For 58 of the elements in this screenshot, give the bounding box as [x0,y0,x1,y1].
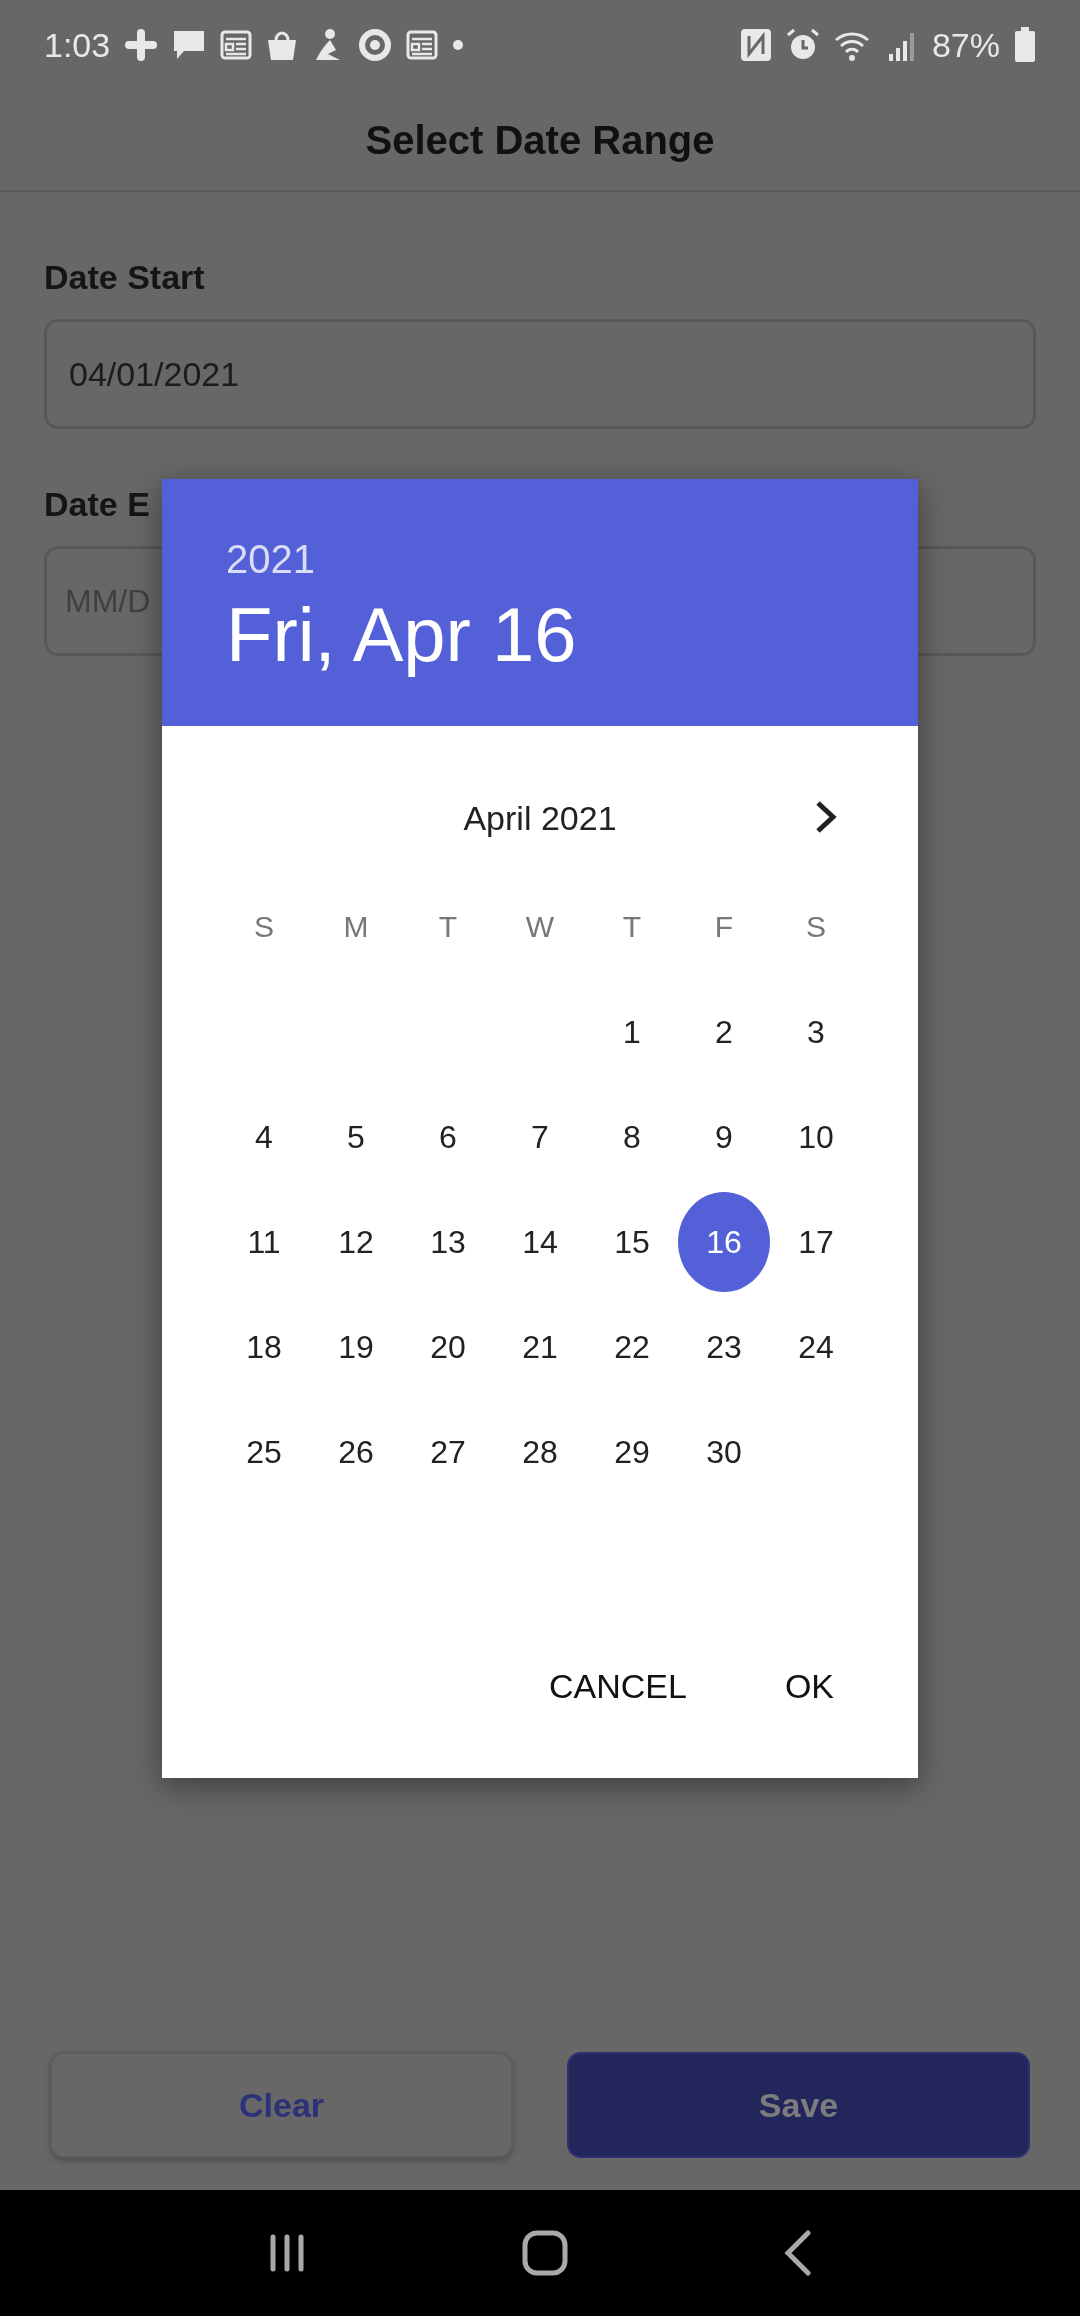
calendar-day[interactable]: 30 [678,1401,770,1502]
calendar-day[interactable]: 15 [586,1191,678,1292]
ok-button[interactable]: OK [760,1641,858,1732]
selected-date-text: Fri, Apr 16 [226,591,578,679]
calendar-day[interactable]: 14 [494,1191,586,1292]
calendar-day[interactable]: 6 [402,1086,494,1187]
weekday-label: S [254,909,274,945]
target-icon [358,28,393,62]
screen-title: Select Date Range [365,117,715,164]
selected-day[interactable]: 16 [678,1191,770,1292]
calendar-day[interactable]: 7 [494,1086,586,1187]
calendar-day[interactable]: 12 [310,1191,402,1292]
calendar-day[interactable]: 2 [678,981,770,1082]
calendar-day[interactable]: 8 [586,1086,678,1187]
calendar-day[interactable]: 19 [310,1296,402,1397]
calendar-day[interactable]: 5 [310,1086,402,1187]
weekday-label: F [714,909,734,945]
cancel-button[interactable]: CANCEL [524,1641,711,1732]
battery-icon [1014,27,1036,63]
field-label: Date Start [44,257,206,298]
calendar-day[interactable]: 28 [494,1401,586,1502]
calendar-day[interactable]: 10 [770,1086,862,1187]
calendar-day[interactable]: 23 [678,1296,770,1397]
weekday-label: M [343,909,369,945]
calendar-day[interactable]: 18 [218,1296,310,1397]
slack-icon [124,28,159,62]
back-icon [782,2230,813,2276]
news-icon [406,29,439,61]
battery-percent: 87% [931,24,1000,66]
calendar-day[interactable]: 22 [586,1296,678,1397]
calendar-day[interactable]: 21 [494,1296,586,1397]
status-time: 1:03 [44,24,111,66]
nfc-icon [739,28,772,62]
calendar-day[interactable]: 9 [678,1086,770,1187]
calendar-day[interactable]: 4 [218,1086,310,1187]
calendar-day[interactable]: 13 [402,1191,494,1292]
calendar-day[interactable]: 1 [586,981,678,1082]
calendar-day[interactable]: 11 [218,1191,310,1292]
news-icon [220,29,253,61]
calendar-day[interactable]: 17 [770,1191,862,1292]
weekday-label: W [525,909,555,945]
calendar-day[interactable]: 3 [770,981,862,1082]
field-label: Date E [44,484,151,525]
month-title: April 2021 [463,797,617,839]
year-text[interactable]: 2021 [226,529,854,589]
chevron-right-icon[interactable] [814,800,838,834]
dot-icon [452,39,465,51]
calendar-day[interactable]: 24 [770,1296,862,1397]
weekday-label: T [622,909,642,945]
weekday-label: S [806,909,826,945]
calendar-day[interactable]: 27 [402,1401,494,1502]
weekday-label: T [438,909,458,945]
calendar-day[interactable]: 25 [218,1401,310,1502]
calendar-day[interactable]: 29 [586,1401,678,1502]
alarm-icon [785,28,820,62]
calendar-day[interactable]: 26 [310,1401,402,1502]
calendar-day[interactable]: 20 [402,1296,494,1397]
home-icon [522,2230,568,2276]
